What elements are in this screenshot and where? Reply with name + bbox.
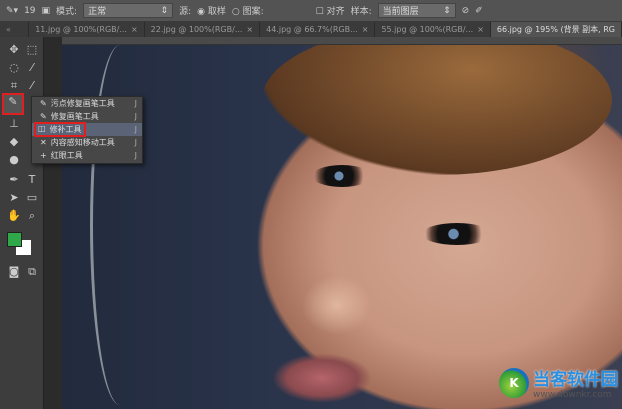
watermark-title: 当客软件园 — [533, 370, 618, 390]
photo-hair — [262, 45, 612, 175]
tab-label: 66.jpg @ 195% (背景 副本, RG — [496, 25, 615, 34]
close-icon[interactable]: × — [246, 25, 253, 34]
menu-item-red-eye[interactable]: + 红眼工具 J — [32, 149, 142, 162]
tab-44[interactable]: 44.jpg @ 66.7%(RGB... × — [260, 22, 376, 37]
menu-item-label: 修补工具 — [49, 125, 82, 134]
sample-value: 当前图层 — [382, 7, 419, 17]
menu-item-patch[interactable]: ◫ 修补工具 J — [32, 122, 142, 137]
panel-collapse[interactable]: « — [0, 22, 30, 37]
hand-tool-icon[interactable]: ✋ — [6, 209, 22, 223]
toolbox: ✥ ⬚ ◌ ⁄ ⌗ ⁄ ✎ ⊥ ◆ ● ✒ T ➤ ▭ ✋ ⌕ ◙ ⧉ — [0, 37, 44, 409]
tab-55[interactable]: 55.jpg @ 100%(RGB/... × — [375, 22, 491, 37]
shortcut: J — [134, 99, 137, 108]
patch-highlight: ◫ 修补工具 — [34, 122, 86, 137]
mode-value: 正常 — [88, 7, 107, 17]
tab-11[interactable]: 11.jpg @ 100%(RGB/... × — [29, 22, 145, 37]
marquee-tool-icon[interactable]: ⬚ — [24, 43, 40, 57]
red-eye-icon: + — [40, 151, 47, 160]
close-icon[interactable]: × — [477, 25, 484, 34]
menu-item-label: 红眼工具 — [50, 151, 83, 160]
watermark: K 当客软件园 www.downkr.com — [499, 365, 618, 400]
photo-eye-left — [312, 165, 372, 187]
menu-item-content-aware-move[interactable]: ✕ 内容感知移动工具 J — [32, 136, 142, 149]
blur-tool-icon[interactable]: ● — [6, 153, 22, 167]
move-tool-icon[interactable]: ✥ — [6, 43, 22, 57]
shape-tool-icon[interactable]: ▭ — [24, 191, 40, 205]
source-pattern-radio[interactable]: ○ 图案: — [232, 4, 264, 17]
vertical-ruler — [44, 37, 62, 409]
source-sampled-radio[interactable]: ◉ 取样 — [197, 4, 226, 17]
shortcut: J — [134, 138, 137, 147]
photo-eye-right — [422, 223, 492, 245]
image-canvas[interactable] — [62, 45, 622, 409]
pen-tool-icon[interactable]: ✒ — [6, 173, 22, 187]
sample-select[interactable]: 当前图层 ⇕ — [377, 3, 456, 18]
healing-brush-icon: ✎ — [40, 112, 47, 121]
path-select-icon[interactable]: ➤ — [6, 191, 22, 205]
zoom-tool-icon[interactable]: ⌕ — [24, 209, 40, 223]
eyedropper-icon[interactable]: ⁄ — [24, 79, 40, 93]
patch-icon: ◫ — [38, 124, 46, 133]
source-pattern-label: 图案: — [242, 7, 264, 17]
shortcut: J — [134, 112, 137, 121]
tab-label: 44.jpg @ 66.7%(RGB... — [266, 25, 358, 34]
watermark-logo: K — [499, 367, 529, 398]
shortcut: J — [134, 125, 137, 134]
crop-tool-icon[interactable]: ⌗ — [6, 79, 22, 93]
foreground-color-swatch[interactable] — [7, 232, 22, 247]
mode-select[interactable]: 正常 ⇕ — [83, 3, 174, 18]
stamp-tool-icon[interactable]: ⊥ — [6, 117, 22, 131]
tab-22[interactable]: 22.jpg @ 100%(RGB/... × — [145, 22, 261, 37]
screen-mode-icon[interactable]: ⧉ — [24, 265, 40, 279]
menu-item-label: 修复画笔工具 — [50, 112, 99, 121]
eraser-tool-icon[interactable]: ◆ — [6, 135, 22, 149]
menu-item-healing-brush[interactable]: ✎ 修复画笔工具 J — [32, 110, 142, 123]
photo-nose — [302, 275, 372, 335]
horizontal-ruler — [62, 37, 622, 45]
document-tabs: « 11.jpg @ 100%(RGB/... × 22.jpg @ 100%(R… — [0, 22, 622, 37]
tab-label: 22.jpg @ 100%(RGB/... — [150, 25, 243, 34]
pressure-icon[interactable]: ✐ — [475, 6, 483, 16]
shortcut: J — [134, 151, 137, 160]
content-aware-move-icon: ✕ — [40, 138, 47, 147]
lasso-tool-icon[interactable]: ◌ — [6, 61, 22, 75]
menu-item-label: 污点修复画笔工具 — [50, 99, 115, 108]
watermark-url: www.downkr.com — [533, 390, 612, 400]
source-label: 源: — [179, 7, 192, 17]
type-tool-icon[interactable]: T — [24, 173, 40, 187]
close-icon[interactable]: × — [131, 25, 138, 34]
brush-size[interactable]: 19 — [24, 6, 35, 16]
menu-item-label: 内容感知移动工具 — [50, 138, 115, 147]
photo-lips — [272, 353, 372, 403]
quick-select-icon[interactable]: ⁄ — [24, 61, 40, 75]
aligned-checkbox[interactable]: ☐ 对齐 — [316, 4, 345, 17]
healing-tool-icon[interactable]: ✎▾ — [6, 6, 18, 16]
brush-preset-icon[interactable]: ▣ — [42, 6, 51, 16]
quick-mask-icon[interactable]: ◙ — [6, 265, 22, 279]
menu-item-spot-healing[interactable]: ✎ 污点修复画笔工具 J — [32, 97, 142, 110]
source-sampled-label: 取样 — [207, 7, 226, 17]
ignore-adjustment-icon[interactable]: ⊘ — [462, 6, 470, 16]
close-icon[interactable]: × — [362, 25, 369, 34]
tab-label: 11.jpg @ 100%(RGB/... — [35, 25, 127, 34]
healing-tools-flyout: ✎ 污点修复画笔工具 J ✎ 修复画笔工具 J ◫ 修补工具 J ✕ 内容感知移动工具 J + 红… — [31, 96, 143, 164]
tab-66[interactable]: 66.jpg @ 195% (背景 副本, RG — [490, 22, 622, 37]
mode-label: 模式: — [56, 7, 78, 17]
healing-brush-tool-icon[interactable]: ✎ — [2, 93, 24, 115]
aligned-label: 对齐 — [326, 7, 345, 17]
sample-label: 样本: — [350, 7, 372, 17]
options-bar: ✎▾ 19 ▣ 模式: 正常 ⇕ 源: ◉ 取样 ○ 图案: ☐ 对齐 样本: 当… — [0, 0, 622, 22]
tab-label: 55.jpg @ 100%(RGB/... — [381, 25, 474, 34]
spot-healing-icon: ✎ — [40, 99, 47, 108]
